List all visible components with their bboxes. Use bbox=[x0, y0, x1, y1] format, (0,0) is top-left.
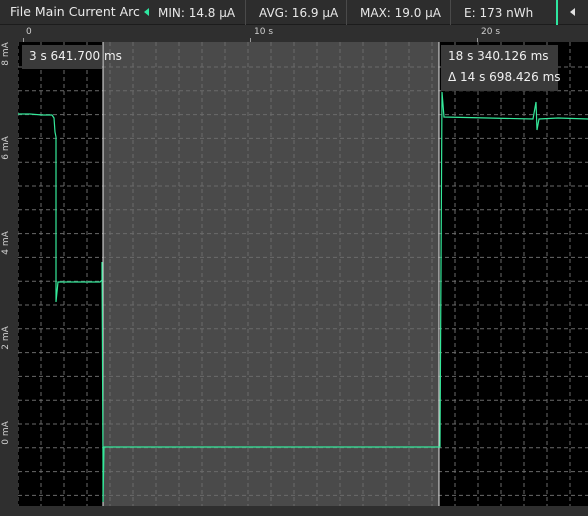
ruler-tick-label: 0 bbox=[26, 27, 32, 37]
max-value: MAX: 19.0 µA bbox=[360, 6, 442, 20]
current-plot[interactable] bbox=[18, 42, 588, 506]
divider bbox=[346, 0, 347, 25]
cursor-start-label: 3 s 641.700 ms bbox=[22, 45, 122, 69]
y-axis-label: 2 mA bbox=[1, 326, 11, 350]
avg-value: AVG: 16.9 µA bbox=[259, 6, 339, 20]
cursor-end-time: 18 s 340.126 ms bbox=[448, 49, 549, 63]
divider bbox=[245, 0, 246, 25]
ruler-tick-label: 20 s bbox=[481, 27, 501, 37]
y-axis: 8 mA 6 mA 4 mA 2 mA 0 mA bbox=[0, 42, 18, 516]
cursor-start-time: 3 s 641.700 ms bbox=[29, 49, 122, 63]
stats-header: File Main Current Arc MIN: 14.8 µA AVG: … bbox=[0, 0, 588, 25]
cursor-delta: Δ 14 s 698.426 ms bbox=[448, 70, 561, 84]
cursor-end-label: 18 s 340.126 ms Δ 14 s 698.426 ms bbox=[441, 45, 561, 91]
time-ruler[interactable]: 0 10 s 20 s bbox=[18, 25, 588, 42]
y-axis-label: 8 mA bbox=[1, 42, 11, 66]
y-axis-label: 0 mA bbox=[1, 421, 11, 445]
y-axis-label: 4 mA bbox=[1, 231, 11, 255]
divider bbox=[450, 0, 451, 25]
expand-left-icon[interactable] bbox=[144, 8, 149, 16]
bottom-border bbox=[0, 506, 588, 516]
trace-title: File Main Current Arc bbox=[10, 4, 140, 19]
accent-bar bbox=[556, 0, 558, 25]
collapse-right-icon[interactable] bbox=[570, 8, 575, 16]
y-axis-label: 6 mA bbox=[1, 136, 11, 160]
ruler-tick-label: 10 s bbox=[254, 27, 274, 37]
energy-value: E: 173 nWh bbox=[464, 6, 534, 20]
min-value: MIN: 14.8 µA bbox=[158, 6, 236, 20]
